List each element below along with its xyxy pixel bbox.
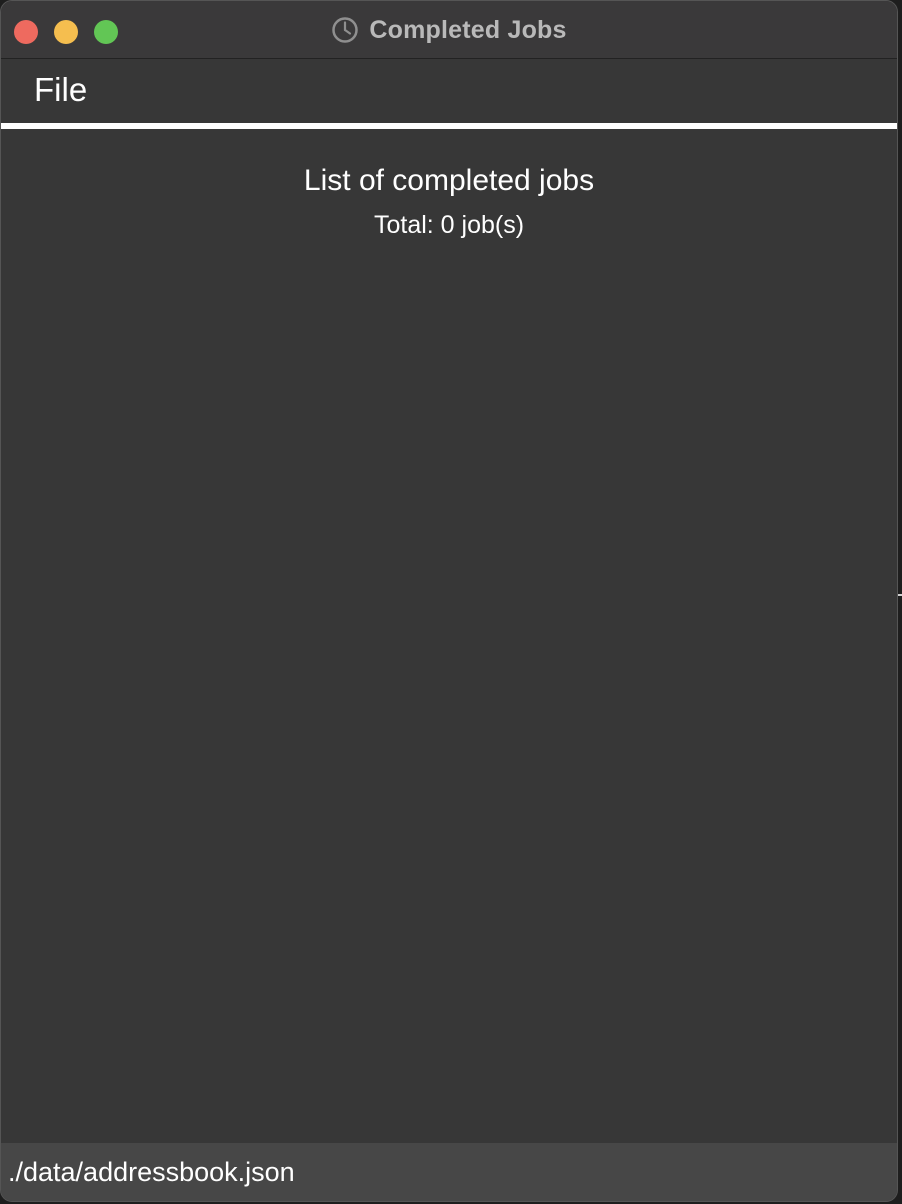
window-title: Completed Jobs (369, 15, 567, 44)
window-resize-edge[interactable] (898, 594, 902, 596)
status-bar: ./data/addressbook.json (1, 1143, 897, 1201)
job-count: Total: 0 job(s) (373, 211, 525, 239)
completed-jobs-panel: List of completed jobs Total: 0 job(s) (1, 129, 897, 1143)
window-title-group: Completed Jobs (1, 1, 897, 59)
clock-icon (331, 16, 359, 44)
menu-bar: File (1, 59, 897, 123)
completed-jobs-window: Completed Jobs File List of completed jo… (0, 0, 898, 1202)
title-bar[interactable]: Completed Jobs (1, 1, 897, 59)
menu-item-file[interactable]: File (34, 71, 87, 109)
data-file-path: ./data/addressbook.json (8, 1157, 295, 1187)
list-heading: List of completed jobs (303, 164, 595, 197)
